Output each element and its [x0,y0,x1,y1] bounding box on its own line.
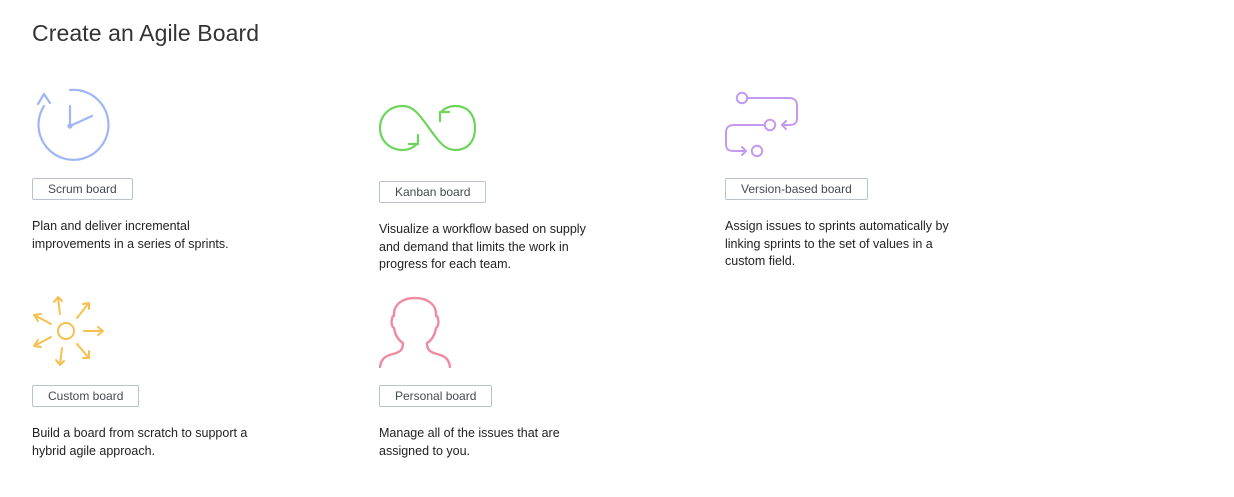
version-based-board-description: Assign issues to sprints automatically b… [725,219,949,268]
scrum-board-description: Plan and deliver incremental improvement… [32,219,229,251]
board-option-kanban: Kanban board Visualize a workflow based … [379,100,609,280]
version-flow-icon [725,91,798,158]
board-option-custom: Custom board Build a board from scratch … [32,294,262,464]
personal-board-description: Manage all of the issues that are assign… [379,426,560,458]
board-option-version-based: Version-based board Assign issues to spr… [725,90,955,270]
board-option-personal: Personal board Manage all of the issues … [379,296,609,466]
infinity-loop-icon [379,104,477,152]
create-agile-board-page: Create an Agile Board Scrum board Plan a… [0,0,1234,497]
custom-board-button[interactable]: Custom board [32,385,140,407]
version-based-board-button[interactable]: Version-based board [725,178,868,200]
personal-board-button[interactable]: Personal board [379,385,493,407]
custom-board-description: Build a board from scratch to support a … [32,426,248,458]
sun-arrows-icon [33,296,104,366]
person-icon [379,296,452,368]
clock-icon [36,88,110,161]
kanban-board-description: Visualize a workflow based on supply and… [379,222,586,271]
board-option-scrum: Scrum board Plan and deliver incremental… [32,86,262,266]
page-title: Create an Agile Board [32,20,260,46]
kanban-board-button[interactable]: Kanban board [379,181,487,203]
scrum-board-button[interactable]: Scrum board [32,178,133,200]
